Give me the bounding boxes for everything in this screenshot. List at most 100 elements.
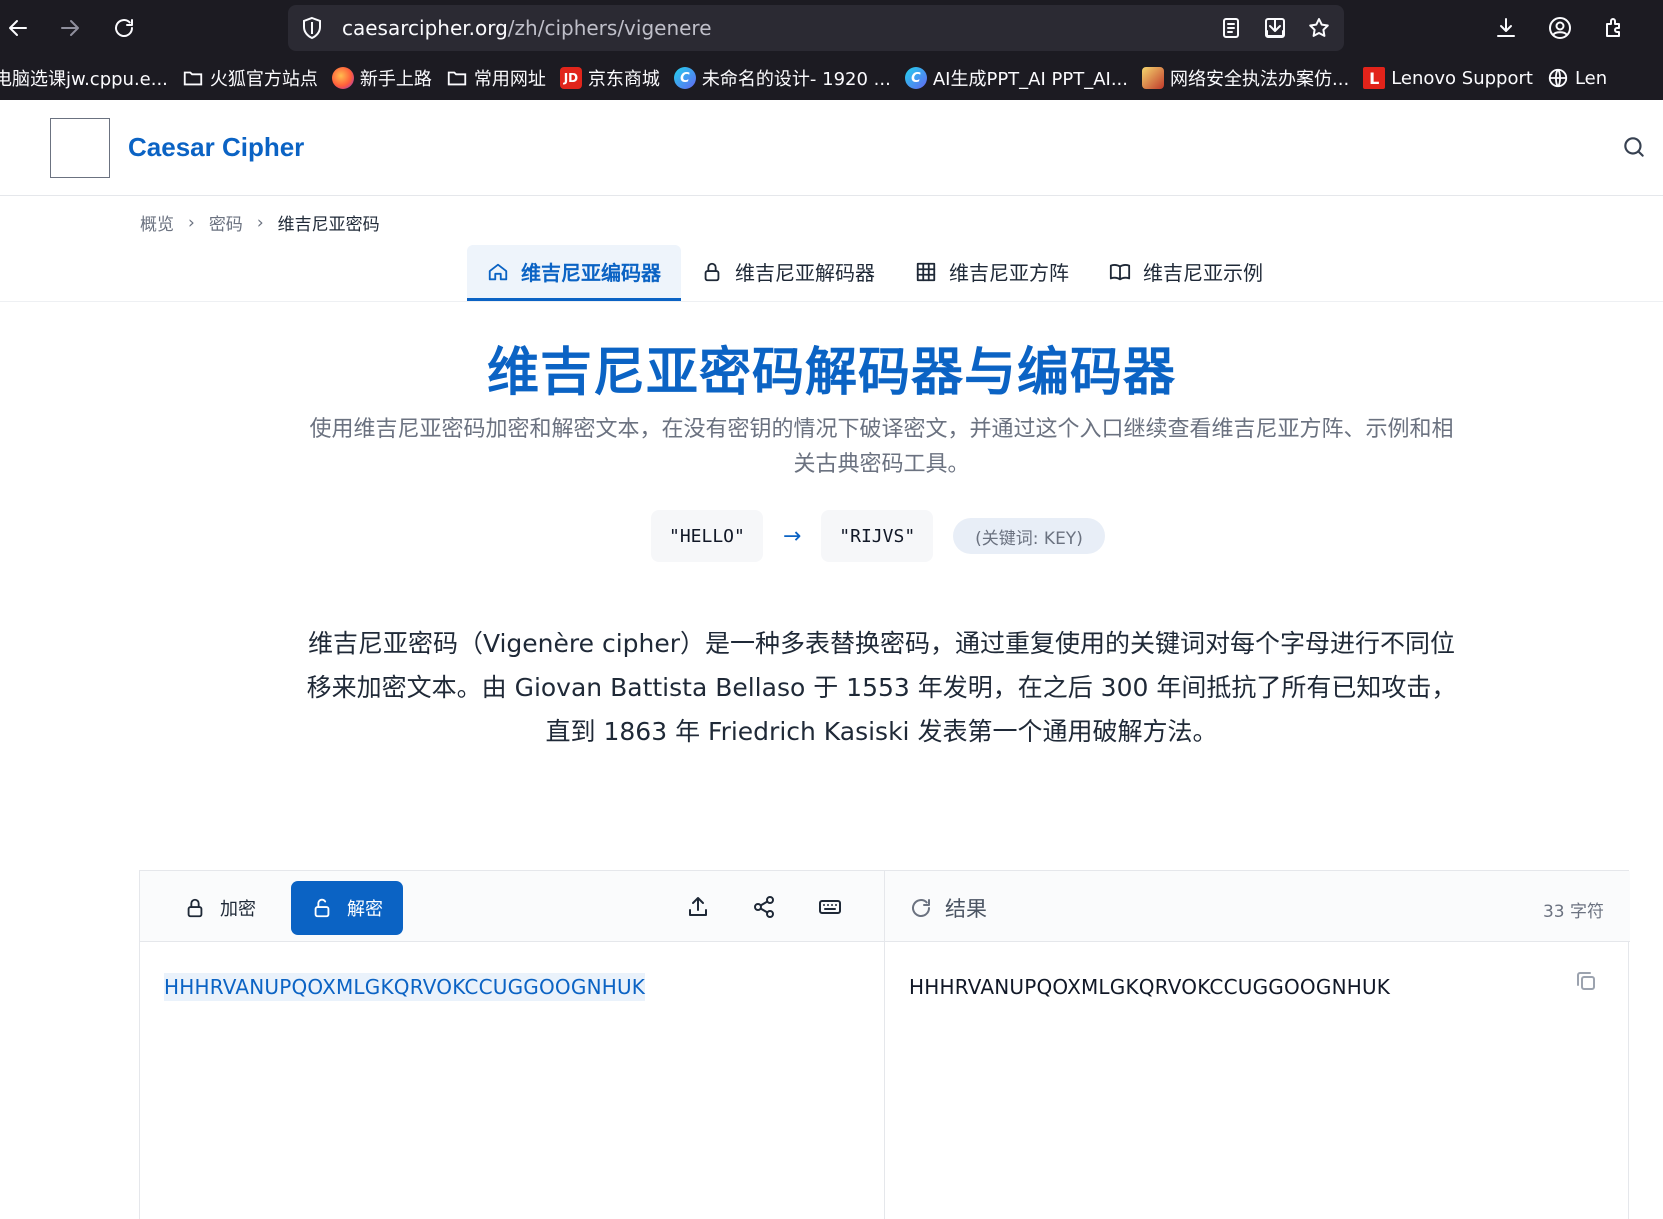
bookmark-label: 未命名的设计- 1920 ... — [701, 69, 891, 90]
url-host: caesarcipher.org — [342, 16, 508, 40]
page-title: 维吉尼亚密码解码器与编码器 — [486, 343, 1176, 403]
canva-icon: C — [673, 67, 696, 89]
copy-button[interactable] — [1574, 969, 1600, 995]
web-page: Caesar Cipher 概览 › 密码 › 维吉尼亚密码 维吉尼亚编码器 维… — [0, 100, 1663, 1219]
tab-label: 维吉尼亚编码器 — [521, 261, 661, 285]
upload-button[interactable] — [686, 895, 712, 921]
bookmark-label: 火狐官方站点 — [209, 69, 318, 90]
reader-view-icon[interactable] — [1218, 15, 1244, 41]
tab-vigenere-examples[interactable]: 维吉尼亚示例 — [1089, 245, 1283, 301]
example-strip: "HELLO" → "RIJVS" (关键词: KEY) — [651, 510, 1105, 562]
result-heading: 结果 — [909, 893, 987, 923]
url-path: /zh/ciphers/vigenere — [507, 16, 712, 40]
forward-button[interactable] — [50, 8, 90, 48]
cipher-tool-panel: 加密 解密 HHHRVANUPQOXMLGKQRVOKCCUGGOOGNHUK — [139, 870, 1630, 1219]
breadcrumb-item-overview[interactable]: 概览 — [140, 210, 174, 235]
bookmark-item[interactable]: C AI生成PPT_AI PPT_AI... — [904, 65, 1142, 91]
breadcrumb: 概览 › 密码 › 维吉尼亚密码 — [140, 210, 380, 236]
copy-icon — [1577, 972, 1595, 990]
puzzle-icon — [1606, 18, 1620, 37]
result-label: 结果 — [945, 897, 987, 921]
char-count: 33 字符 — [1542, 902, 1604, 922]
encrypt-label: 加密 — [220, 899, 256, 920]
browser-chrome: caesarcipher.org/zh/ciphers/vigenere 电脑选… — [0, 0, 1663, 100]
book-icon — [1109, 263, 1131, 280]
example-key-badge: (关键词: KEY) — [953, 518, 1105, 554]
bookmark-label: 网络安全执法办案仿... — [1170, 69, 1350, 90]
url-actions — [1218, 15, 1332, 41]
account-icon — [1549, 17, 1571, 39]
result-pane: 结果 33 字符 HHHRVANUPQOXMLGKQRVOKCCUGGOOGNH… — [885, 871, 1630, 1219]
bookmark-item[interactable]: Len — [1547, 67, 1621, 89]
intro-paragraph: 维吉尼亚密码（Vigenère cipher）是一种多表替换密码，通过重复使用的… — [306, 629, 1457, 746]
keyboard-icon — [819, 900, 841, 914]
bookmark-item[interactable]: 新手上路 — [331, 65, 446, 91]
save-page-icon[interactable] — [1262, 15, 1288, 41]
bookmark-item[interactable]: 常用网址 — [446, 65, 560, 91]
image-icon — [1142, 67, 1165, 89]
bookmark-label: Len — [1574, 67, 1608, 89]
share-icon — [754, 896, 774, 918]
breadcrumb-item-current: 维吉尼亚密码 — [277, 215, 380, 235]
browser-toolbar: caesarcipher.org/zh/ciphers/vigenere — [0, 0, 1663, 55]
search-icon — [1624, 137, 1644, 157]
site-header: Caesar Cipher — [0, 100, 1663, 196]
unlock-icon — [704, 262, 720, 281]
bookmark-item[interactable]: 网络安全执法办案仿... — [1142, 65, 1363, 91]
bookmark-star-icon[interactable] — [1306, 15, 1332, 41]
tab-vigenere-decoder[interactable]: 维吉尼亚解码器 — [681, 245, 895, 301]
arrow-right-icon: → — [782, 523, 802, 549]
share-button[interactable] — [752, 895, 778, 921]
refresh-icon — [912, 899, 930, 917]
bookmark-item[interactable]: 电脑选课jw.cppu.e... — [0, 65, 182, 91]
site-logo[interactable] — [50, 118, 110, 178]
bookmark-item[interactable]: C 未命名的设计- 1920 ... — [673, 65, 905, 91]
reload-button[interactable] — [104, 8, 144, 48]
tab-label: 维吉尼亚方阵 — [949, 261, 1069, 285]
breadcrumb-item-ciphers[interactable]: 密码 — [209, 210, 243, 235]
download-icon — [1497, 18, 1515, 37]
tab-vigenere-table[interactable]: 维吉尼亚方阵 — [895, 245, 1089, 301]
result-toolbar: 结果 33 字符 — [885, 871, 1630, 942]
encrypt-mode-button[interactable]: 加密 — [164, 881, 276, 935]
lenovo-icon: L — [1363, 67, 1386, 89]
bookmark-item[interactable]: L Lenovo Support — [1363, 67, 1547, 89]
extensions-button[interactable] — [1595, 8, 1635, 48]
url-bar[interactable]: caesarcipher.org/zh/ciphers/vigenere — [288, 5, 1344, 51]
decrypt-mode-button[interactable]: 解密 — [291, 881, 403, 935]
shield-icon[interactable] — [300, 16, 324, 40]
bookmark-label: Lenovo Support — [1391, 67, 1533, 89]
site-brand[interactable]: Caesar Cipher — [128, 132, 304, 163]
account-button[interactable] — [1540, 8, 1580, 48]
canva-icon: C — [904, 67, 927, 89]
back-button[interactable] — [0, 8, 38, 48]
bookmark-label: 常用网址 — [473, 69, 546, 90]
downloads-button[interactable] — [1486, 8, 1526, 48]
unlock-icon — [314, 898, 330, 918]
arrow-right-icon — [61, 20, 79, 36]
firefox-icon — [331, 67, 354, 89]
bookmark-label: 京东商城 — [587, 69, 660, 90]
bookmark-item[interactable]: 火狐官方站点 — [182, 65, 332, 91]
cipher-input[interactable]: HHHRVANUPQOXMLGKQRVOKCCUGGOOGNHUK — [164, 973, 646, 1001]
chevron-right-icon: › — [256, 212, 264, 233]
chevron-right-icon: › — [188, 212, 195, 233]
keyboard-button[interactable] — [818, 895, 844, 921]
url-text[interactable]: caesarcipher.org/zh/ciphers/vigenere — [342, 16, 712, 40]
input-pane: 加密 解密 HHHRVANUPQOXMLGKQRVOKCCUGGOOGNHUK — [140, 871, 885, 1219]
search-button[interactable] — [1621, 134, 1649, 162]
tabs-divider — [0, 301, 1663, 302]
page-subtitle: 使用维吉尼亚密码加密和解密文本，在没有密钥的情况下破译密文，并通过这个入口继续查… — [309, 417, 1454, 477]
arrow-left-icon — [9, 20, 27, 36]
bookmark-item[interactable]: JD 京东商城 — [559, 65, 674, 91]
reload-icon — [115, 19, 133, 37]
bookmark-label: AI生成PPT_AI PPT_AI... — [932, 69, 1129, 90]
tab-label: 维吉尼亚示例 — [1143, 261, 1263, 285]
input-toolbar: 加密 解密 — [140, 871, 884, 942]
bookmark-label: 电脑选课jw.cppu.e... — [0, 69, 168, 90]
bookmark-label: 新手上路 — [359, 69, 432, 90]
globe-icon — [1547, 67, 1569, 89]
tab-vigenere-encoder[interactable]: 维吉尼亚编码器 — [467, 245, 681, 301]
lock-icon — [187, 898, 203, 918]
folder-icon — [182, 67, 204, 89]
